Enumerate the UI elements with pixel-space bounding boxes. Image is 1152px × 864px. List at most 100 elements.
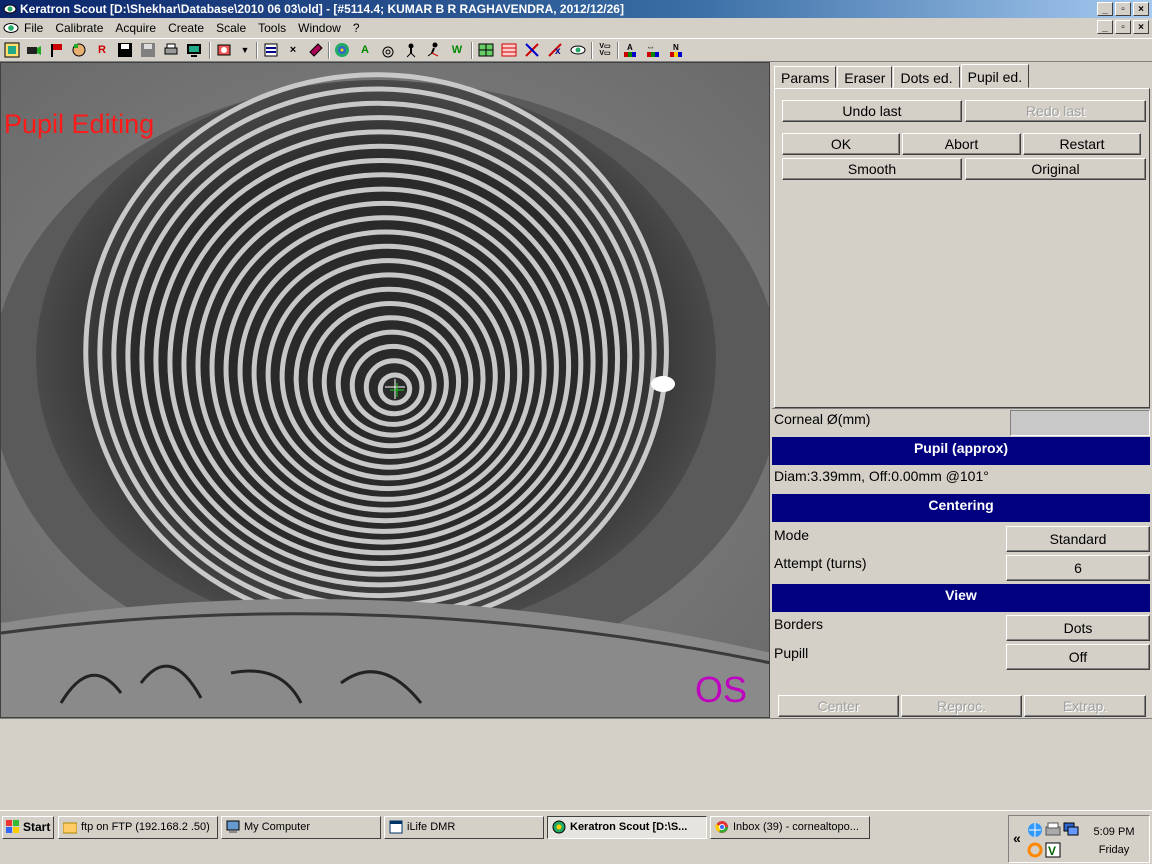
attempt-turns-button[interactable]: 6	[1006, 555, 1150, 581]
view-view-icon[interactable]: V▭ V▭	[596, 41, 614, 59]
menu-acquire[interactable]: Acquire	[115, 20, 156, 36]
color-scale-a-icon[interactable]: A	[621, 41, 639, 59]
chrome-icon	[715, 821, 728, 833]
menu-calibrate[interactable]: Calibrate	[55, 20, 103, 36]
menu-scale[interactable]: Scale	[216, 20, 246, 36]
axes-icon[interactable]	[523, 41, 541, 59]
grid-red-icon[interactable]	[500, 41, 518, 59]
hand-icon[interactable]	[70, 41, 88, 59]
eye-image-viewport[interactable]: Pupil Editing OS	[0, 62, 770, 718]
tab-pupil-ed[interactable]: Pupil ed.	[960, 64, 1030, 88]
maximize-button[interactable]: ▫	[1115, 2, 1131, 16]
undo-last-button[interactable]: Undo last	[782, 100, 962, 122]
taskbar-item-label: My Computer	[244, 821, 311, 833]
tab-params[interactable]: Params	[774, 66, 837, 88]
menu-create[interactable]: Create	[168, 20, 204, 36]
taskbar-item-label: ftp on FTP (192.168.2 .50)	[81, 821, 210, 833]
grid-green-icon[interactable]	[477, 41, 495, 59]
tab-eraser[interactable]: Eraser	[837, 66, 893, 88]
system-tray: « V 5:09 PM Friday	[1008, 815, 1150, 863]
print-icon[interactable]	[162, 41, 180, 59]
pupil-display-button[interactable]: Off	[1006, 644, 1150, 670]
hide-axes-icon[interactable]: x	[546, 41, 564, 59]
title-bar: Keratron Scout [D:\Shekhar\Database\2010…	[0, 0, 1152, 18]
document-eye-icon[interactable]	[3, 20, 19, 36]
mode-select-button[interactable]: Standard	[1006, 526, 1150, 552]
rings-icon[interactable]	[379, 41, 397, 59]
list-icon[interactable]	[262, 41, 280, 59]
taskbar-item-label: Keratron Scout [D:\S...	[570, 821, 688, 833]
eye-view-icon[interactable]	[569, 41, 587, 59]
monitor-icon[interactable]	[185, 41, 203, 59]
normal-n-icon[interactable]: N	[667, 41, 685, 59]
doc-close-button[interactable]: ×	[1133, 20, 1149, 34]
borders-select-button[interactable]: Dots	[1006, 615, 1150, 641]
corneal-diameter-label: Corneal Ø(mm)	[774, 411, 871, 427]
printer-tray-icon[interactable]	[1045, 822, 1061, 838]
taskbar: Start ftp on FTP (192.168.2 .50) My Comp…	[0, 810, 1152, 864]
ok-button[interactable]: OK	[782, 133, 900, 155]
letter-a-icon[interactable]: A	[356, 41, 374, 59]
close-button[interactable]: ×	[1133, 2, 1149, 16]
menu-window[interactable]: Window	[298, 20, 341, 36]
reproc-button[interactable]: Reproc.	[901, 695, 1022, 717]
doc-minimize-button[interactable]: _	[1097, 20, 1113, 34]
taskbar-item-ftp[interactable]: ftp on FTP (192.168.2 .50)	[58, 816, 218, 839]
tab-dots-ed[interactable]: Dots ed.	[893, 66, 960, 88]
windows-logo-icon	[6, 820, 19, 833]
report-r-icon[interactable]: R	[93, 41, 111, 59]
dropdown-arrow-icon[interactable]: ▼	[236, 41, 254, 59]
new-icon[interactable]	[3, 41, 21, 59]
svg-text:x: x	[555, 46, 561, 57]
borders-label: Borders	[774, 616, 824, 632]
taskbar-item-keratron[interactable]: Keratron Scout [D:\S...	[547, 816, 707, 839]
app-window-icon	[389, 820, 403, 834]
placido-ring-image	[1, 63, 769, 717]
restart-button[interactable]: Restart	[1023, 133, 1141, 155]
swap-arrows-icon[interactable]: ⇔	[644, 41, 662, 59]
original-button[interactable]: Original	[965, 158, 1146, 180]
extrap-button[interactable]: Extrap.	[1024, 695, 1146, 717]
minimize-button[interactable]: _	[1097, 2, 1113, 16]
redo-last-button[interactable]: Redo last	[965, 100, 1146, 122]
taskbar-item-chrome-inbox[interactable]: Inbox (39) - cornealtopo...	[710, 816, 870, 839]
start-button[interactable]: Start	[2, 816, 54, 839]
book-icon[interactable]	[307, 41, 325, 59]
smooth-button[interactable]: Smooth	[782, 158, 962, 180]
menu-tools[interactable]: Tools	[258, 20, 286, 36]
taskbar-item-label: Inbox (39) - cornealtopo...	[733, 821, 859, 833]
doc-restore-button[interactable]: ▫	[1115, 20, 1131, 34]
attempt-turns-label: Attempt (turns)	[774, 555, 867, 571]
person-icon[interactable]	[402, 41, 420, 59]
acquire-camera-icon[interactable]	[25, 41, 43, 59]
view-options-icon[interactable]	[216, 41, 234, 59]
window-title: Keratron Scout [D:\Shekhar\Database\2010…	[20, 2, 624, 16]
antivirus-tray-icon[interactable]	[1027, 842, 1043, 858]
status-area	[0, 718, 1152, 810]
centering-header: Centering	[772, 494, 1150, 522]
clock[interactable]: 5:09 PM Friday	[1089, 826, 1139, 856]
menu-bar: File Calibrate Acquire Create Scale Tool…	[0, 18, 1152, 38]
center-button[interactable]: Center	[778, 695, 899, 717]
v-tray-icon[interactable]: V	[1045, 842, 1061, 858]
w-icon[interactable]: W	[448, 41, 466, 59]
pupil-measurement-text: Diam:3.39mm, Off:0.00mm @101°	[774, 468, 989, 484]
network-icon[interactable]	[1027, 822, 1043, 838]
save-disk-icon[interactable]	[116, 41, 134, 59]
taskbar-item-my-computer[interactable]: My Computer	[221, 816, 381, 839]
abort-button[interactable]: Abort	[902, 133, 1021, 155]
tray-expand-arrow[interactable]: «	[1013, 830, 1021, 846]
pupil-approx-header: Pupil (approx)	[772, 437, 1150, 465]
flag-icon[interactable]	[48, 41, 66, 59]
monitor-tray-icon[interactable]	[1063, 822, 1079, 838]
topography-map-icon[interactable]	[333, 41, 351, 59]
taskbar-item-ilife[interactable]: iLife DMR	[384, 816, 544, 839]
folder-icon	[63, 822, 77, 834]
runner-icon[interactable]	[425, 41, 443, 59]
save-all-icon[interactable]	[139, 41, 157, 59]
menu-help[interactable]: ?	[353, 20, 360, 36]
menu-file[interactable]: File	[24, 20, 43, 36]
keratron-eye-icon	[552, 820, 566, 834]
cross-icon[interactable]: ×	[284, 41, 302, 59]
clock-day: Friday	[1098, 844, 1130, 856]
